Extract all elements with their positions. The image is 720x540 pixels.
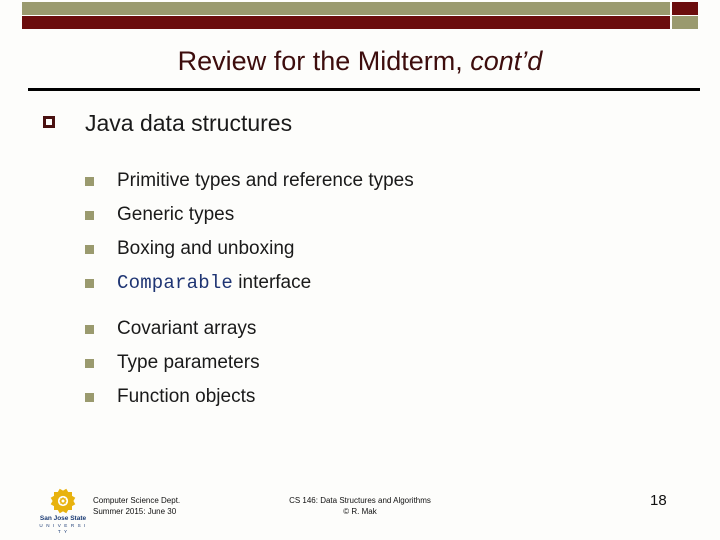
footer-copyright: © R. Mak: [343, 507, 377, 516]
list-item-label: Boxing and unboxing: [117, 238, 295, 259]
banner-top-darkred-cap: [672, 2, 698, 15]
list-item-covariant-arrays: Covariant arrays: [0, 312, 720, 346]
list-item-label: Type parameters: [117, 352, 260, 373]
list-item-label: interface: [233, 272, 312, 293]
list-item-boxing-and-unboxing: Boxing and unboxing: [0, 232, 720, 266]
filled-square-bullet-icon: [85, 211, 94, 220]
footer-course: CS 146: Data Structures and Algorithms: [289, 496, 431, 505]
list-item-label: Primitive types and reference types: [117, 170, 414, 191]
topic-bullet-label: Java data structures: [85, 110, 293, 136]
list-item-type-parameters: Type parameters: [0, 346, 720, 380]
list-item-label: Function objects: [117, 386, 256, 407]
footer-center-text: CS 146: Data Structures and Algorithms ©…: [0, 495, 720, 517]
list-item-text: Comparable interface: [117, 271, 311, 295]
slide-title-emphasis: cont’d: [470, 46, 543, 76]
banner-bottom-olive-cap: [672, 16, 698, 29]
slide-body: Java data structures Primitive types and…: [0, 104, 720, 414]
list-item-comparable-interface: Comparable interface: [0, 266, 720, 300]
slide-title-main: Review for the Midterm,: [177, 46, 471, 76]
filled-square-bullet-icon: [85, 177, 94, 186]
filled-square-bullet-icon: [85, 325, 94, 334]
topic-bullet-java-data-structures: Java data structures: [0, 104, 720, 142]
filled-square-bullet-icon: [85, 359, 94, 368]
list-item-label: Covariant arrays: [117, 318, 257, 339]
banner-top-olive-bar: [22, 2, 670, 15]
banner-bottom-band: [22, 16, 698, 29]
filled-square-bullet-icon: [85, 393, 94, 402]
banner-bottom-darkred-bar: [22, 16, 670, 29]
list-item-function-objects: Function objects: [0, 380, 720, 414]
filled-square-bullet-icon: [85, 279, 94, 288]
slide-top-banner: [0, 0, 720, 30]
slide-title: Review for the Midterm, cont’d: [0, 44, 720, 78]
hollow-square-bullet-icon: [43, 116, 55, 128]
title-underline-rule: [28, 88, 700, 91]
slide-footer: San Jose State U N I V E R S I T Y Compu…: [0, 484, 720, 540]
list-item-code-token: Comparable: [117, 272, 234, 294]
sjsu-logo-subtitle: U N I V E R S I T Y: [39, 523, 87, 534]
filled-square-bullet-icon: [85, 245, 94, 254]
subtopic-list: Primitive types and reference types Gene…: [0, 164, 720, 414]
list-item-primitive-types: Primitive types and reference types: [0, 164, 720, 198]
list-item-label: Generic types: [117, 204, 235, 225]
slide-page-number: 18: [650, 492, 667, 509]
list-item-generic-types: Generic types: [0, 198, 720, 232]
banner-top-band: [22, 2, 698, 15]
